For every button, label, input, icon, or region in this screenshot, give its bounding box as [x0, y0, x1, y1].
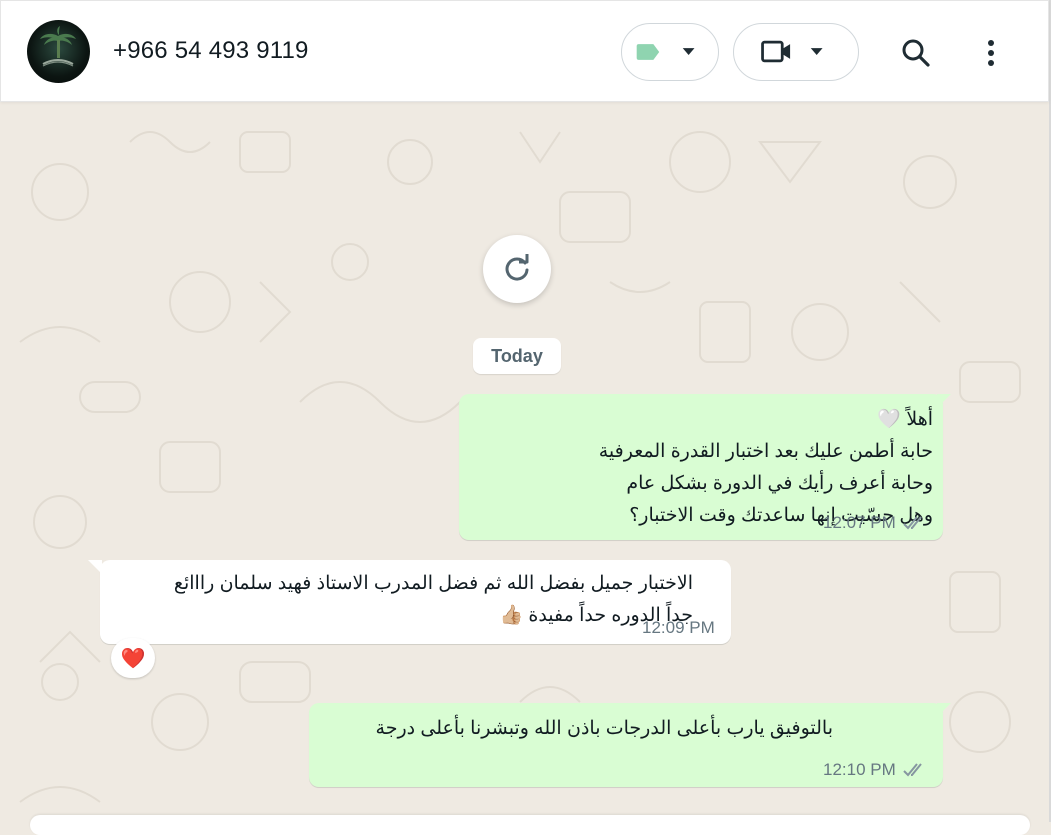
double-check-icon — [903, 763, 922, 777]
heart-reaction-icon: ❤️ — [120, 647, 146, 670]
message-time: 12:09 PM — [642, 618, 715, 637]
refresh-button[interactable] — [483, 235, 551, 303]
contact-avatar[interactable] — [27, 20, 90, 83]
double-check-icon — [903, 516, 922, 530]
video-camera-icon — [761, 40, 823, 63]
label-tag-icon — [636, 44, 695, 60]
message-meta: 12:07 PM — [823, 513, 928, 533]
date-chip: Today — [473, 338, 561, 374]
more-vert-icon — [988, 40, 994, 66]
chevron-down-icon — [810, 48, 823, 55]
reaction-badge[interactable]: ❤️ — [111, 638, 155, 678]
message-bubble-outgoing[interactable]: بالتوفيق يارب بأعلى الدرجات باذن الله وت… — [309, 703, 951, 787]
bubble-tail — [937, 394, 951, 408]
chevron-down-icon — [682, 48, 695, 55]
message-line: بالتوفيق يارب بأعلى الدرجات باذن الله وت… — [375, 718, 833, 739]
message-bubble-incoming[interactable]: الاختبار جميل بفضل الله ثم فضل المدرب ال… — [88, 560, 731, 644]
menu-button[interactable] — [969, 31, 1013, 75]
label-button[interactable] — [621, 23, 719, 81]
chat-header: +966 54 493 9119 — [0, 0, 1049, 102]
message-text: بالتوفيق يارب بأعلى الدرجات باذن الله وت… — [323, 713, 833, 745]
message-line: وحابة أعرف رأيك في الدورة بشكل عام — [626, 473, 933, 494]
message-line: حابة أطمن عليك بعد اختبار القدرة المعرفي… — [598, 441, 933, 462]
message-text: الاختبار جميل بفضل الله ثم فضل المدرب ال… — [103, 568, 693, 632]
chat-panel: Today أهلاً 🤍 حابة أطمن عليك بعد اختبار … — [0, 102, 1049, 822]
message-time: 12:07 PM — [823, 513, 896, 532]
message-line: الاختبار جميل بفضل الله ثم فضل المدرب ال… — [173, 573, 693, 594]
message-time: 12:10 PM — [823, 760, 896, 779]
message-composer[interactable] — [30, 815, 1030, 835]
refresh-icon — [505, 254, 529, 281]
message-meta: 12:10 PM — [823, 760, 928, 780]
contact-name[interactable]: +966 54 493 9119 — [113, 37, 309, 65]
bubble-tail — [88, 560, 102, 574]
message-bubble-outgoing[interactable]: أهلاً 🤍 حابة أطمن عليك بعد اختبار القدرة… — [459, 394, 951, 540]
palm-swords-icon — [40, 26, 76, 67]
message-line: أهلاً 🤍 — [877, 409, 933, 430]
bubble-tail — [937, 703, 951, 717]
message-meta: 12:09 PM — [642, 618, 715, 638]
message-line: جداً الدوره حداً مفيدة 👍🏼 — [499, 605, 693, 626]
video-call-button[interactable] — [733, 23, 859, 81]
search-icon — [902, 39, 930, 67]
search-button[interactable] — [894, 31, 938, 75]
